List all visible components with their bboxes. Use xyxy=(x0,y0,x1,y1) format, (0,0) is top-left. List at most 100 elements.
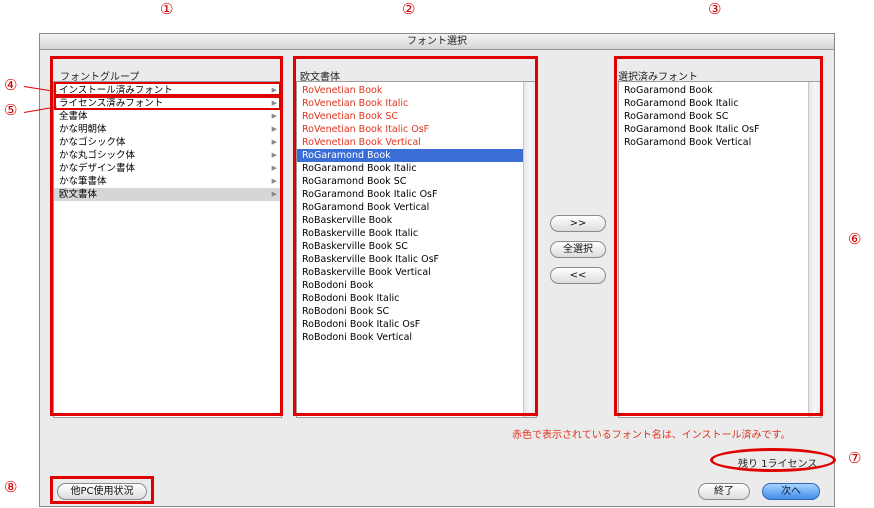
group-list-item-label: かな筆書体 xyxy=(59,176,107,187)
selected-list-item[interactable]: RoGaramond Book Vertical xyxy=(619,136,821,149)
group-list-item[interactable]: 欧文書体 ▶ xyxy=(54,188,281,201)
font-list-item[interactable]: RoGaramond Book Italic xyxy=(297,162,536,175)
finish-button[interactable]: 終了 xyxy=(698,483,750,500)
group-list-item-label: かな丸ゴシック体 xyxy=(59,150,136,161)
font-list-item[interactable]: RoBaskerville Book Italic xyxy=(297,227,536,240)
font-list-item-label: RoVenetian Book xyxy=(302,85,383,96)
font-list-item[interactable]: RoBodoni Book Italic xyxy=(297,292,536,305)
group-list-item-label: かなゴシック体 xyxy=(59,137,126,148)
font-list-item-label: RoBodoni Book Italic OsF xyxy=(302,319,421,330)
font-select-dialog: フォント選択 フォントグループ インストール済みフォント ▶ ライセンス済みフォント… xyxy=(39,33,835,507)
font-list-item[interactable]: RoVenetian Book Vertical xyxy=(297,136,536,149)
next-button[interactable]: 次へ xyxy=(762,483,820,500)
installed-note: 赤色で表示されているフォント名は、インストール済みです。 xyxy=(512,430,791,441)
other-pc-status-button[interactable]: 他PC使用状況 xyxy=(57,483,147,500)
font-list[interactable]: RoVenetian Book RoVenetian Book Italic RoV… xyxy=(296,81,537,418)
submenu-arrow-icon: ▶ xyxy=(271,112,277,120)
font-list-item[interactable]: RoVenetian Book SC xyxy=(297,110,536,123)
selected-list-scrollbar[interactable] xyxy=(808,82,821,417)
font-list-item[interactable]: RoBaskerville Book SC xyxy=(297,240,536,253)
callout-7: ⑦ xyxy=(848,449,862,467)
font-list-item[interactable]: RoBodoni Book Italic OsF xyxy=(297,318,536,331)
callout-1: ① xyxy=(160,0,174,18)
font-list-item-label: RoVenetian Book SC xyxy=(302,111,399,122)
font-list-item[interactable]: RoBaskerville Book Italic OsF xyxy=(297,253,536,266)
font-list-scrollbar[interactable] xyxy=(523,82,536,417)
group-list-item[interactable]: 全書体 ▶ xyxy=(54,110,281,123)
group-list[interactable]: インストール済みフォント ▶ ライセンス済みフォント ▶ 全書体 ▶ かな明朝体 ▶ かなゴシッ… xyxy=(53,81,282,418)
selected-list-item[interactable]: RoGaramond Book Italic OsF xyxy=(619,123,821,136)
callout-3: ③ xyxy=(708,0,722,18)
callout-4: ④ xyxy=(4,76,18,94)
font-list-item[interactable]: RoBodoni Book Vertical xyxy=(297,331,536,344)
font-list-item-label: RoGaramond Book Italic OsF xyxy=(302,189,438,200)
callout-5: ⑤ xyxy=(4,101,18,119)
selected-list-item[interactable]: RoGaramond Book Italic xyxy=(619,97,821,110)
submenu-arrow-icon: ▶ xyxy=(271,125,277,133)
callout-8: ⑧ xyxy=(4,478,18,496)
font-list-item[interactable]: RoVenetian Book xyxy=(297,84,536,97)
font-list-item-label: RoGaramond Book xyxy=(302,150,391,161)
font-list-item-label: RoBodoni Book SC xyxy=(302,306,390,317)
selected-list-item-label: RoGaramond Book Italic xyxy=(624,98,739,109)
group-list-item-label: 欧文書体 xyxy=(59,189,98,200)
group-list-item[interactable]: かなゴシック体 ▶ xyxy=(54,136,281,149)
font-list-item-label: RoBodoni Book Italic xyxy=(302,293,400,304)
annotation-oval-license xyxy=(710,448,836,472)
font-list-item-label: RoVenetian Book Italic xyxy=(302,98,409,109)
group-list-item[interactable]: インストール済みフォント ▶ xyxy=(54,84,281,97)
font-list-item-label: RoBaskerville Book Italic OsF xyxy=(302,254,440,265)
font-list-item[interactable]: RoBaskerville Book xyxy=(297,214,536,227)
remove-button[interactable]: << xyxy=(550,267,606,284)
font-list-item-label: RoBaskerville Book SC xyxy=(302,241,408,252)
submenu-arrow-icon: ▶ xyxy=(271,177,277,185)
selected-list-item-label: RoGaramond Book xyxy=(624,85,713,96)
group-list-item[interactable]: かなデザイン書体 ▶ xyxy=(54,162,281,175)
callout-2: ② xyxy=(402,0,416,18)
group-list-item[interactable]: かな丸ゴシック体 ▶ xyxy=(54,149,281,162)
submenu-arrow-icon: ▶ xyxy=(271,151,277,159)
selected-list[interactable]: RoGaramond Book RoGaramond Book Italic RoG… xyxy=(618,81,822,418)
submenu-arrow-icon: ▶ xyxy=(271,86,277,94)
submenu-arrow-icon: ▶ xyxy=(271,164,277,172)
font-list-item-label: RoBodoni Book Vertical xyxy=(302,332,413,343)
font-list-item-label: RoGaramond Book SC xyxy=(302,176,407,187)
group-list-item-label: 全書体 xyxy=(59,111,88,122)
font-list-item[interactable]: RoBaskerville Book Vertical xyxy=(297,266,536,279)
font-list-item-label: RoGaramond Book Italic xyxy=(302,163,417,174)
font-list-item-label: RoBodoni Book xyxy=(302,280,374,291)
font-list-item-label: RoBaskerville Book xyxy=(302,215,393,226)
font-list-item-label: RoGaramond Book Vertical xyxy=(302,202,430,213)
selected-list-item-label: RoGaramond Book Vertical xyxy=(624,137,752,148)
font-list-item[interactable]: RoBodoni Book SC xyxy=(297,305,536,318)
font-list-item[interactable]: RoGaramond Book Italic OsF xyxy=(297,188,536,201)
submenu-arrow-icon: ▶ xyxy=(271,99,277,107)
font-list-item-label: RoVenetian Book Vertical xyxy=(302,137,421,148)
selected-list-item-label: RoGaramond Book Italic OsF xyxy=(624,124,760,135)
font-list-item-label: RoVenetian Book Italic OsF xyxy=(302,124,430,135)
font-list-item[interactable]: RoGaramond Book SC xyxy=(297,175,536,188)
font-list-item[interactable]: RoBodoni Book xyxy=(297,279,536,292)
group-list-item-label: かな明朝体 xyxy=(59,124,107,135)
group-list-item[interactable]: かな筆書体 ▶ xyxy=(54,175,281,188)
font-list-item[interactable]: RoVenetian Book Italic OsF xyxy=(297,123,536,136)
font-list-item-label: RoBaskerville Book Vertical xyxy=(302,267,431,278)
group-list-item-label: ライセンス済みフォント xyxy=(59,98,164,109)
selected-list-item[interactable]: RoGaramond Book SC xyxy=(619,110,821,123)
font-list-item[interactable]: RoGaramond Book Vertical xyxy=(297,201,536,214)
submenu-arrow-icon: ▶ xyxy=(271,138,277,146)
selected-list-item[interactable]: RoGaramond Book xyxy=(619,84,821,97)
font-list-item-label: RoBaskerville Book Italic xyxy=(302,228,419,239)
add-button[interactable]: >> xyxy=(550,215,606,232)
group-list-item[interactable]: かな明朝体 ▶ xyxy=(54,123,281,136)
select-all-button[interactable]: 全選択 xyxy=(550,241,606,258)
group-list-item[interactable]: ライセンス済みフォント ▶ xyxy=(54,97,281,110)
group-list-item-label: かなデザイン書体 xyxy=(59,163,136,174)
font-list-item[interactable]: RoVenetian Book Italic xyxy=(297,97,536,110)
window-title[interactable]: フォント選択 xyxy=(40,34,834,50)
group-list-item-label: インストール済みフォント xyxy=(59,85,173,96)
selected-list-item-label: RoGaramond Book SC xyxy=(624,111,729,122)
font-list-item[interactable]: RoGaramond Book xyxy=(297,149,536,162)
submenu-arrow-icon: ▶ xyxy=(271,190,277,198)
callout-6: ⑥ xyxy=(848,230,862,248)
